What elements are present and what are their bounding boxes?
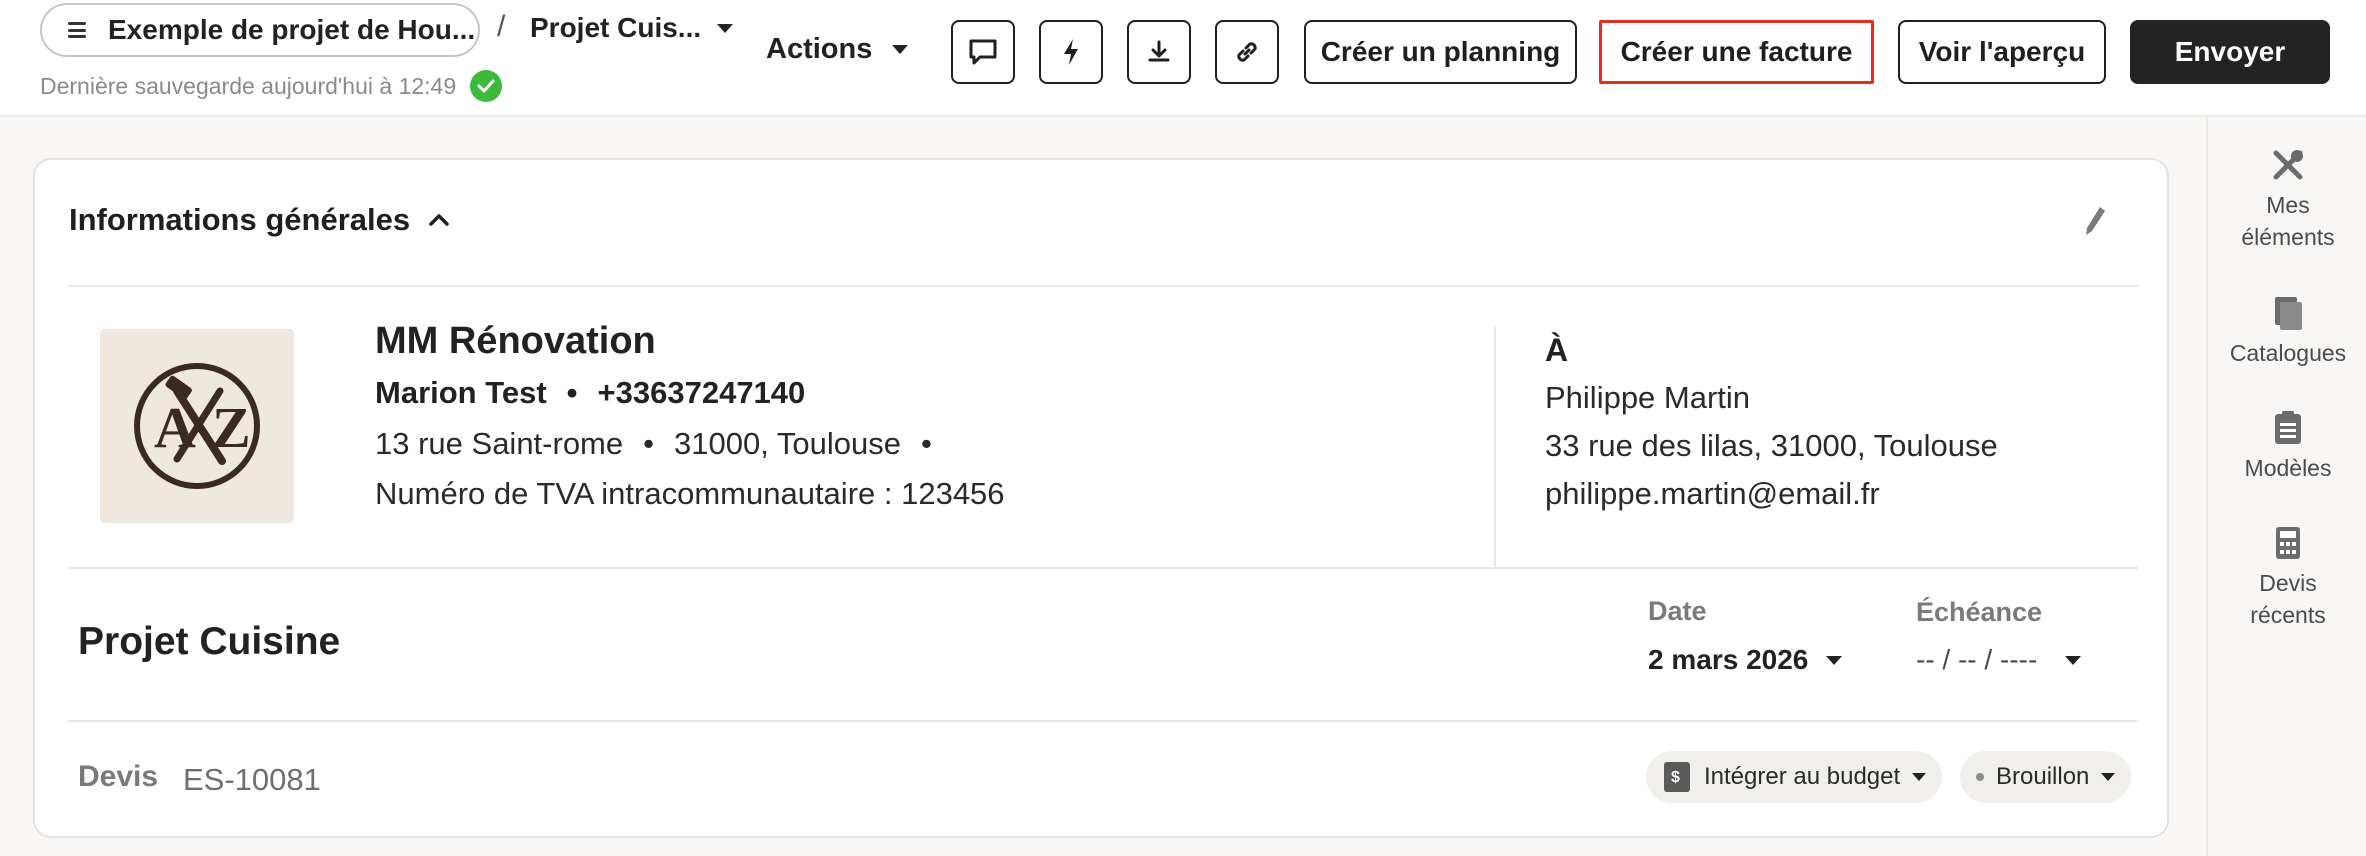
current-project-label: Projet Cuis... xyxy=(530,12,702,43)
company-city: 31000, Toulouse xyxy=(673,426,901,461)
company-street: 13 rue Saint-rome xyxy=(375,426,624,461)
link-button[interactable] xyxy=(1215,20,1279,84)
send-button[interactable]: Envoyer xyxy=(2130,20,2330,84)
comment-button[interactable] xyxy=(951,20,1015,84)
quote-card: Informations générales A Z MM Rénovation… xyxy=(33,158,2169,838)
download-button[interactable] xyxy=(1127,20,1191,84)
due-date-picker[interactable]: -- / -- / ---- xyxy=(1916,644,2082,676)
check-icon xyxy=(470,70,503,102)
preview-button[interactable]: Voir l'aperçu xyxy=(1898,20,2106,84)
due-date-value: -- / -- / ---- xyxy=(1916,644,2038,675)
svg-text:$: $ xyxy=(1671,769,1680,786)
date-value: 2 mars 2026 xyxy=(1648,644,1809,675)
current-project-dropdown[interactable]: Projet Cuis... xyxy=(530,12,734,44)
client-address: 33 rue des lilas, 31000, Toulouse xyxy=(1545,428,1998,463)
sidebar-item-recent-quotes[interactable]: Devis récents xyxy=(2208,525,2366,631)
create-invoice-button[interactable]: Créer une facture xyxy=(1599,20,1874,84)
divider xyxy=(68,285,2138,287)
comment-icon xyxy=(969,39,997,65)
chevron-down-icon xyxy=(717,23,734,33)
divider xyxy=(68,720,2138,722)
contact-name: Marion Test xyxy=(375,375,547,410)
bullet-separator: • xyxy=(643,426,654,461)
client-name: Philippe Martin xyxy=(1545,380,1751,415)
tools-icon xyxy=(2273,150,2303,180)
company-name: MM Rénovation xyxy=(375,320,656,362)
contact-phone: +33637247140 xyxy=(597,375,806,410)
clipboard-icon xyxy=(2275,411,2301,444)
document-number: ES-10081 xyxy=(183,762,321,797)
date-label: Date xyxy=(1648,596,1707,626)
chevron-down-icon xyxy=(2065,655,2082,665)
actions-menu[interactable]: Actions xyxy=(766,33,909,66)
sidebar-item-label: Mes xyxy=(2266,192,2310,218)
chevron-down-icon xyxy=(1912,773,1927,781)
top-bar: Exemple de projet de Hou... / Projet Cui… xyxy=(0,0,2366,117)
menu-icon xyxy=(64,20,90,40)
due-date-label: Échéance xyxy=(1916,597,2043,627)
lightning-icon xyxy=(1064,39,1078,65)
company-vat: Numéro de TVA intracommunautaire : 12345… xyxy=(375,476,1005,511)
right-sidebar: Mes éléments Catalogues Modèles Devis ré… xyxy=(2206,117,2366,856)
sidebar-item-label: éléments xyxy=(2241,224,2335,250)
vertical-divider xyxy=(1494,327,1496,567)
document-type: Devis xyxy=(78,760,159,793)
chevron-down-icon xyxy=(1826,655,1843,665)
company-logo-icon: A Z xyxy=(134,363,260,489)
calculator-icon xyxy=(2276,527,2300,559)
divider xyxy=(68,567,2138,569)
budget-label: Intégrer au budget xyxy=(1704,763,1901,790)
project-selector-label: Exemple de projet de Hou... xyxy=(108,14,476,45)
create-planning-button[interactable]: Créer un planning xyxy=(1304,20,1577,84)
company-logo: A Z xyxy=(100,329,294,523)
status-label: Brouillon xyxy=(1996,763,2090,790)
book-icon xyxy=(2275,297,2302,330)
sidebar-item-label: Modèles xyxy=(2244,455,2332,481)
pencil-icon xyxy=(2086,207,2105,235)
section-title: Informations générales xyxy=(69,202,411,237)
actions-label: Actions xyxy=(766,33,873,65)
sidebar-item-catalogs[interactable]: Catalogues xyxy=(2208,295,2366,369)
breadcrumb-separator: / xyxy=(497,10,506,43)
download-icon xyxy=(1148,40,1170,62)
recipient-label: À xyxy=(1545,332,1569,368)
automation-button[interactable] xyxy=(1039,20,1103,84)
date-picker[interactable]: 2 mars 2026 xyxy=(1648,644,1843,676)
project-selector[interactable]: Exemple de projet de Hou... xyxy=(40,3,480,57)
project-title: Projet Cuisine xyxy=(78,620,341,663)
sidebar-item-my-elements[interactable]: Mes éléments xyxy=(2208,147,2366,253)
status-dropdown[interactable]: Brouillon xyxy=(1960,751,2132,803)
chevron-down-icon xyxy=(892,45,909,54)
save-status-text: Dernière sauvegarde aujourd'hui à 12:49 xyxy=(40,72,457,99)
save-status: Dernière sauvegarde aujourd'hui à 12:49 xyxy=(40,70,503,102)
sidebar-item-templates[interactable]: Modèles xyxy=(2208,410,2366,484)
chevron-up-icon xyxy=(429,214,449,226)
client-email: philippe.martin@email.fr xyxy=(1545,476,1880,511)
general-info-toggle[interactable]: Informations générales xyxy=(69,202,450,238)
chevron-down-icon xyxy=(2101,773,2116,781)
budget-icon: $ xyxy=(1664,762,1690,792)
bullet-separator: • xyxy=(566,375,578,410)
sidebar-item-label: Devis xyxy=(2259,570,2317,596)
sidebar-item-label: Catalogues xyxy=(2229,340,2347,366)
bullet-separator: • xyxy=(920,426,932,461)
company-contact: Marion Test • +33637247140 xyxy=(375,375,805,411)
edit-button[interactable] xyxy=(2082,204,2108,243)
company-address: 13 rue Saint-rome • 31000, Toulouse • xyxy=(375,426,932,462)
sidebar-item-label: récents xyxy=(2250,602,2326,628)
budget-dropdown[interactable]: $ Intégrer au budget xyxy=(1646,751,1943,803)
link-icon xyxy=(1237,42,1257,62)
status-dot xyxy=(1976,773,1984,781)
